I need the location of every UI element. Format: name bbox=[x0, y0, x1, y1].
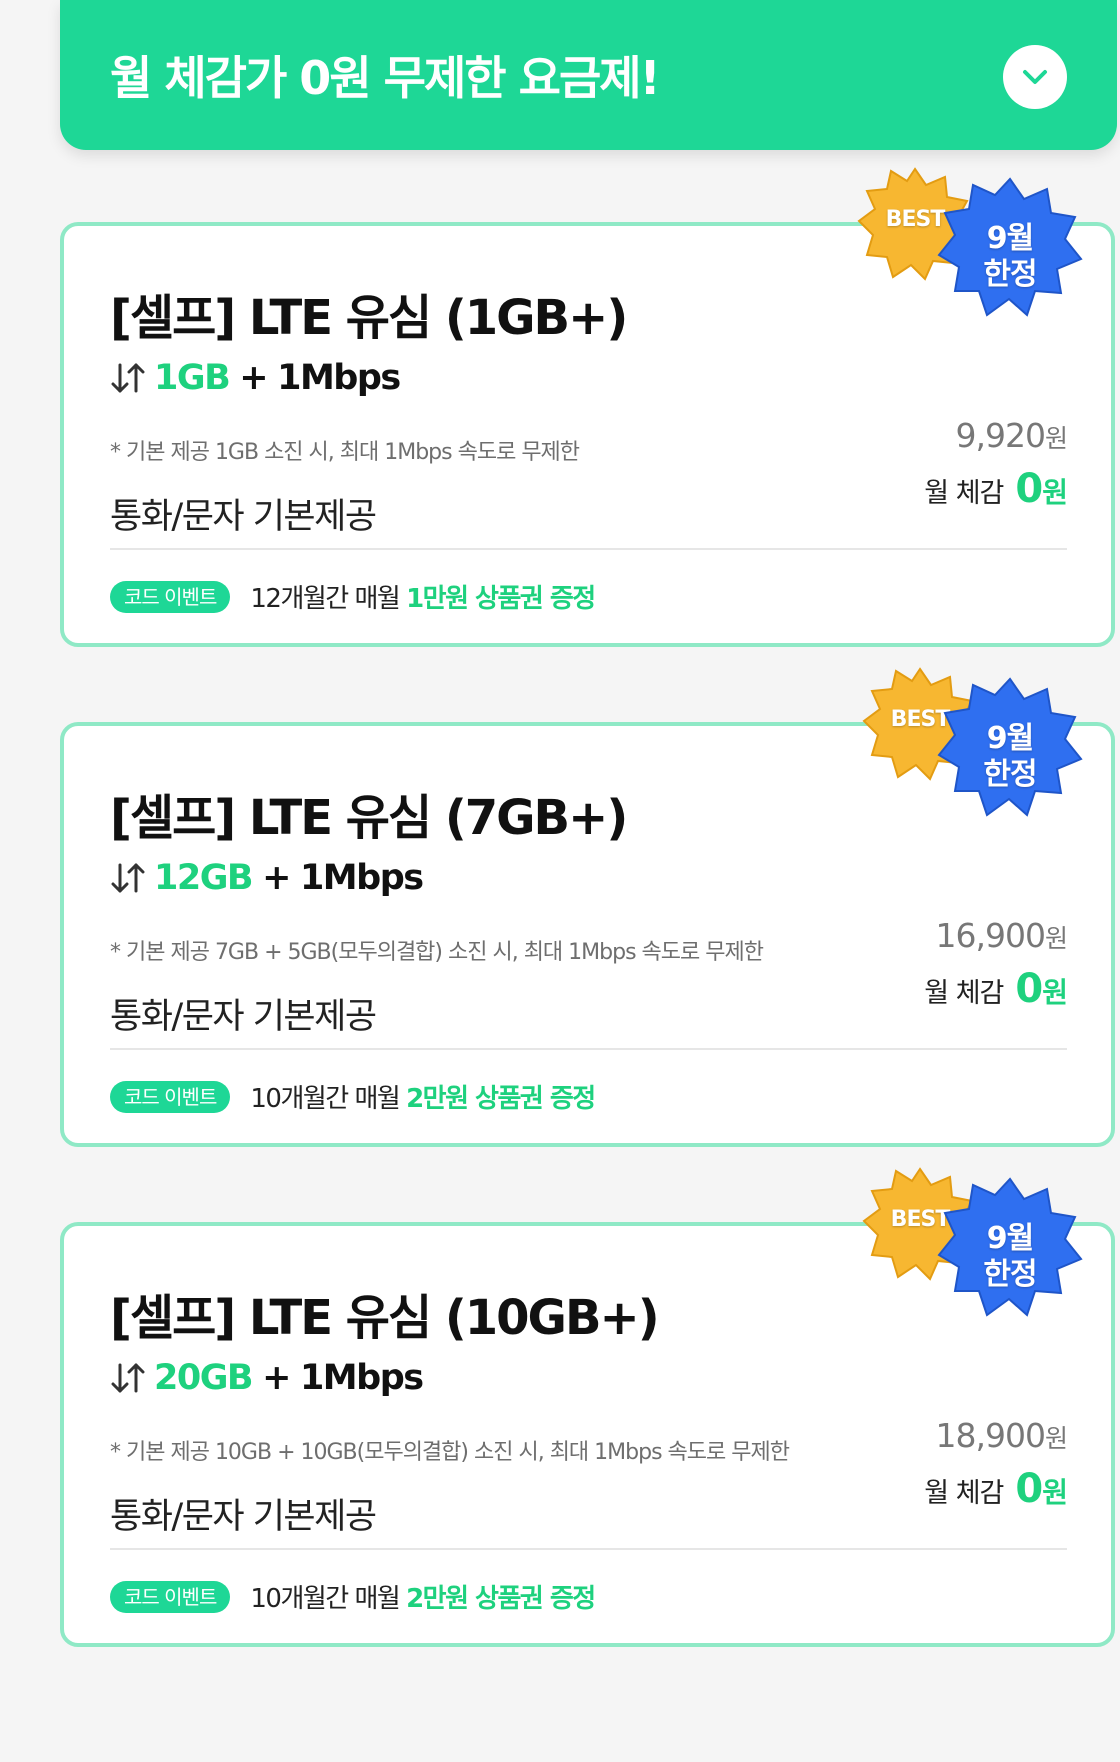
limited-badge: 9월 한정 bbox=[935, 675, 1085, 825]
limited-badge-label: 한정 bbox=[983, 257, 1037, 292]
plan-data-plus: + bbox=[262, 858, 291, 898]
limited-badge: 9월 한정 bbox=[935, 175, 1085, 325]
event-text-plain: 10개월간 매월 bbox=[250, 1084, 407, 1114]
limited-badge-label: 한정 bbox=[983, 757, 1037, 792]
plan-data-amount: 20GB bbox=[154, 1358, 254, 1398]
plan-title: [셀프] LTE 유심 (1GB+) bbox=[110, 290, 628, 346]
plan-price: 9,920원 bbox=[955, 416, 1069, 455]
plan-title: [셀프] LTE 유심 (10GB+) bbox=[110, 1290, 660, 1346]
price-value: 9,920 bbox=[955, 416, 1046, 455]
event-badge: 코드 이벤트 bbox=[110, 1080, 231, 1113]
plan-price: 16,900원 bbox=[935, 916, 1068, 955]
monthly-label: 월 체감 bbox=[924, 478, 1004, 509]
monthly-unit: 원 bbox=[1042, 976, 1068, 1009]
price-unit: 원 bbox=[1044, 924, 1068, 953]
plan-note: * 기본 제공 10GB + 10GB(모두의결합) 소진 시, 최대 1Mbp… bbox=[110, 1440, 790, 1465]
plan-event: 코드 이벤트 12개월간 매월 1만원 상품권 증정 bbox=[110, 578, 596, 615]
plan-note: * 기본 제공 1GB 소진 시, 최대 1Mbps 속도로 무제한 bbox=[110, 440, 580, 465]
monthly-label: 월 체감 bbox=[924, 978, 1004, 1009]
monthly-unit: 원 bbox=[1042, 476, 1068, 509]
monthly-value: 0 bbox=[1015, 1466, 1043, 1512]
banner-toggle-button[interactable] bbox=[1003, 45, 1067, 109]
event-highlight: 2만원 상품권 증정 bbox=[406, 1584, 596, 1614]
plan-title: [셀프] LTE 유심 (7GB+) bbox=[110, 790, 628, 846]
plan-data-amount: 12GB bbox=[154, 858, 254, 898]
plan-monthly: 월 체감 0 원 bbox=[924, 966, 1068, 1012]
plan-data: 20GB + 1Mbps bbox=[110, 1358, 424, 1398]
banner-title: 월 체감가 0원 무제한 요금제! bbox=[110, 51, 661, 105]
price-value: 16,900 bbox=[935, 916, 1046, 955]
event-text: 10개월간 매월 2만원 상품권 증정 bbox=[250, 1578, 596, 1615]
plan-event: 코드 이벤트 10개월간 매월 2만원 상품권 증정 bbox=[110, 1578, 596, 1615]
event-text-plain: 12개월간 매월 bbox=[250, 584, 407, 614]
event-highlight: 1만원 상품권 증정 bbox=[406, 584, 596, 614]
arrows-updown-icon bbox=[111, 363, 145, 393]
price-value: 18,900 bbox=[935, 1416, 1046, 1455]
arrows-updown-icon bbox=[111, 1363, 145, 1393]
header-banner[interactable]: 월 체감가 0원 무제한 요금제! bbox=[60, 0, 1117, 150]
plan-data-speed: 1Mbps bbox=[299, 858, 424, 898]
event-badge: 코드 이벤트 bbox=[110, 1580, 231, 1613]
monthly-label: 월 체감 bbox=[924, 1478, 1004, 1509]
divider bbox=[110, 548, 1067, 550]
plan-monthly: 월 체감 0 원 bbox=[924, 466, 1068, 512]
divider bbox=[110, 1548, 1067, 1550]
plan-monthly: 월 체감 0 원 bbox=[924, 1466, 1068, 1512]
event-text-plain: 10개월간 매월 bbox=[250, 1584, 407, 1614]
plan-event: 코드 이벤트 10개월간 매월 2만원 상품권 증정 bbox=[110, 1078, 596, 1115]
monthly-value: 0 bbox=[1015, 966, 1043, 1012]
monthly-unit: 원 bbox=[1042, 1476, 1068, 1509]
plan-data-speed: 1Mbps bbox=[299, 1358, 424, 1398]
divider bbox=[110, 1048, 1067, 1050]
event-text: 10개월간 매월 2만원 상품권 증정 bbox=[250, 1078, 596, 1115]
plan-data-plus: + bbox=[262, 1358, 291, 1398]
event-highlight: 2만원 상품권 증정 bbox=[406, 1084, 596, 1114]
plan-data: 12GB + 1Mbps bbox=[110, 858, 424, 898]
plan-call: 통화/문자 기본제공 bbox=[110, 1497, 377, 1537]
plan-data-speed: 1Mbps bbox=[277, 358, 401, 398]
plan-call: 통화/문자 기본제공 bbox=[110, 997, 377, 1037]
plan-call: 통화/문자 기본제공 bbox=[110, 497, 377, 537]
monthly-value: 0 bbox=[1015, 466, 1043, 512]
arrows-updown-icon bbox=[111, 863, 145, 893]
price-unit: 원 bbox=[1044, 424, 1068, 453]
plan-price: 18,900원 bbox=[935, 1416, 1068, 1455]
event-badge: 코드 이벤트 bbox=[110, 580, 231, 613]
limited-badge-label: 한정 bbox=[983, 1257, 1037, 1292]
plan-data-plus: + bbox=[239, 358, 268, 398]
event-text: 12개월간 매월 1만원 상품권 증정 bbox=[250, 578, 596, 615]
plan-data-amount: 1GB bbox=[154, 358, 231, 398]
limited-badge: 9월 한정 bbox=[935, 1175, 1085, 1325]
chevron-down-icon bbox=[1023, 70, 1047, 84]
plan-data: 1GB + 1Mbps bbox=[110, 358, 401, 398]
plan-note: * 기본 제공 7GB + 5GB(모두의결합) 소진 시, 최대 1Mbps … bbox=[110, 940, 764, 965]
price-unit: 원 bbox=[1044, 1424, 1068, 1453]
